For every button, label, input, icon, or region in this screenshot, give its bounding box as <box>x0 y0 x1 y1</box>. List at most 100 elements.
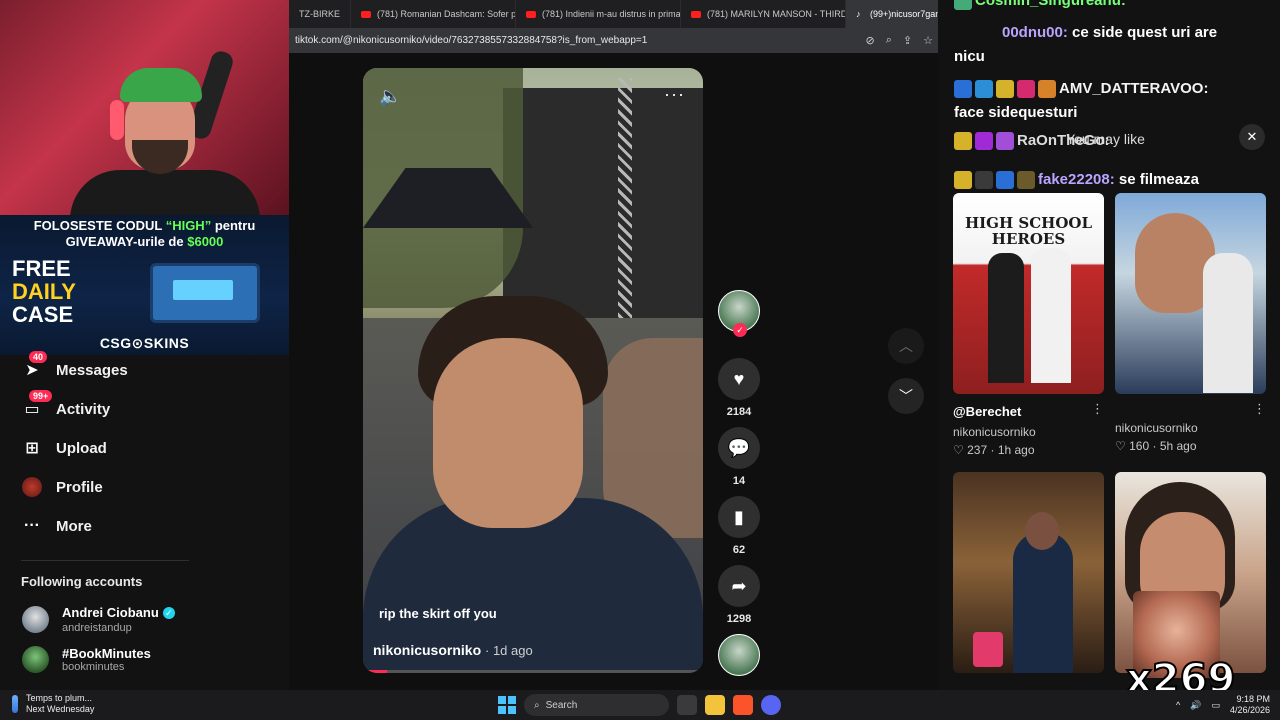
emote-icon <box>1017 80 1035 99</box>
browser-tab[interactable]: TZ-BIRKE <box>289 0 352 28</box>
like-action[interactable]: ♥ 2184 <box>717 358 761 418</box>
emote-icon <box>975 80 993 99</box>
chevron-up-icon[interactable]: ^ <box>1176 700 1180 710</box>
creator-avatar-button[interactable]: ✓ <box>717 290 761 337</box>
avatar <box>22 605 49 633</box>
weather-line: Temps to plum... <box>26 693 93 703</box>
file-explorer-icon[interactable] <box>705 695 725 715</box>
chat-text: face sidequesturi <box>954 104 1078 121</box>
system-tray: ^ 🔊 ▭ 9:18 PM 4/26/2026 <box>1176 694 1270 716</box>
share-icon[interactable]: ⇪ <box>903 34 912 47</box>
discord-icon[interactable] <box>761 695 781 715</box>
sidebar-item-label: Profile <box>56 478 103 496</box>
recommended-video-thumbnail[interactable]: HIGH SCHOOL HEROES <box>953 193 1104 394</box>
youtube-icon <box>526 10 537 18</box>
emote-icon <box>954 80 972 99</box>
sidebar-item-more[interactable]: ··· More <box>22 516 92 536</box>
clock[interactable]: 9:18 PM 4/26/2026 <box>1230 694 1270 716</box>
promo-text: FOLOSESTE CODUL <box>33 218 163 233</box>
sound-disc-button[interactable] <box>717 634 761 676</box>
video-player[interactable]: 🔈 ··· rip the skirt off you nikonicusorn… <box>363 68 703 673</box>
promo-text: GIVEAWAY-urile de <box>65 234 184 249</box>
clock-time: 9:18 PM <box>1236 694 1270 704</box>
sidebar-item-messages[interactable]: ➤ 40 Messages <box>22 351 128 380</box>
bookmark-icon[interactable]: ▮ <box>718 496 760 538</box>
no-tracking-icon[interactable]: ⊘ <box>866 34 875 47</box>
chat-username: 00dnu00: <box>1002 24 1068 41</box>
sidebar-item-profile[interactable]: Profile <box>22 477 103 497</box>
battery-icon[interactable]: ▭ <box>1211 700 1220 711</box>
volume-icon[interactable]: 🔊 <box>1190 700 1201 711</box>
free-label: FREE <box>12 256 71 281</box>
bookmark-star-icon[interactable]: ☆ <box>923 34 933 47</box>
tiktok-icon: ♪ <box>856 8 861 19</box>
more-options-icon[interactable]: ⋮ <box>1253 401 1266 417</box>
comment-count: 14 <box>732 475 746 487</box>
more-options-icon[interactable]: ⋮ <box>1091 401 1104 417</box>
address-bar[interactable]: tiktok.com/@nikonicusorniko/video/763273… <box>289 28 939 53</box>
video-frame-truss <box>618 78 632 328</box>
share-action[interactable]: ➦ 1298 <box>717 565 761 625</box>
thumbnail-face <box>1025 512 1059 550</box>
sidebar-item-activity[interactable]: ▭ 99+ Activity <box>22 390 110 419</box>
video-progress-bar[interactable] <box>363 670 703 673</box>
streamer-cap <box>120 68 202 102</box>
emote-icon <box>996 132 1014 151</box>
weather-widget[interactable]: Temps to plum... Next Wednesday <box>12 693 94 715</box>
follow-check-icon[interactable]: ✓ <box>733 323 747 337</box>
volume-icon[interactable]: 🔈 <box>379 86 401 107</box>
following-account[interactable]: #BookMinutes bookminutes <box>22 646 151 673</box>
thumbnail-likes: 160 <box>1129 439 1150 453</box>
more-options-icon[interactable]: ··· <box>664 84 685 105</box>
heart-icon[interactable]: ♥ <box>718 358 760 400</box>
sponsor-promo: FOLOSESTE CODUL “HIGH” pentru GIVEAWAY-u… <box>0 215 289 355</box>
save-action[interactable]: ▮ 62 <box>717 496 761 556</box>
brave-browser-icon[interactable] <box>733 695 753 715</box>
recommended-video-thumbnail[interactable] <box>953 472 1104 673</box>
search-placeholder: Search <box>545 699 578 711</box>
task-view-icon[interactable] <box>677 695 697 715</box>
streamer-headset <box>110 100 124 140</box>
like-count: 2184 <box>726 406 752 418</box>
previous-video-button[interactable]: ︿ <box>888 328 924 364</box>
share-arrow-icon[interactable]: ➦ <box>718 565 760 607</box>
loot-case-image <box>150 263 260 323</box>
video-frame-face <box>433 338 583 528</box>
save-count: 62 <box>732 544 746 556</box>
thumbnail-title[interactable]: @Berechet <box>953 404 1021 419</box>
comment-action[interactable]: 💬 14 <box>717 427 761 487</box>
zoom-icon[interactable]: ⌕ <box>886 34 892 47</box>
taskbar: Temps to plum... Next Wednesday ⌕ Search … <box>0 690 1280 720</box>
thumbnail-author[interactable]: nikonicusorniko <box>1115 421 1198 435</box>
video-caption: rip the skirt off you <box>379 606 497 621</box>
tab-title: (781) Romanian Dashcam: Sofer pe c <box>377 9 517 19</box>
windows-start-icon[interactable] <box>498 696 516 714</box>
chat-username: Cosmin_Singureanu: <box>975 0 1126 9</box>
thermometer-icon <box>12 695 18 713</box>
close-icon[interactable]: ✕ <box>1239 124 1265 150</box>
next-video-button[interactable]: ﹀ <box>888 378 924 414</box>
following-account[interactable]: Andrei Ciobanu ✓ andreistandup <box>22 604 175 634</box>
clock-date: 4/26/2026 <box>1229 705 1270 715</box>
chat-username: fake22208: <box>1038 171 1115 188</box>
streamer-webcam <box>0 0 289 215</box>
browser-tab[interactable]: (781) Romanian Dashcam: Sofer pe c <box>351 0 517 28</box>
tab-title: TZ-BIRKE <box>299 9 341 19</box>
youtube-icon <box>361 10 372 18</box>
browser-tab[interactable]: (781) Indienii m-au distrus in prima n <box>516 0 682 28</box>
sidebar-divider <box>21 560 189 561</box>
recommended-video-thumbnail[interactable] <box>1115 193 1266 394</box>
comment-icon[interactable]: 💬 <box>718 427 760 469</box>
taskbar-search[interactable]: ⌕ Search <box>524 694 669 716</box>
video-author-line[interactable]: nikonicusorniko · 1d ago <box>373 642 533 658</box>
sidebar-item-upload[interactable]: ⊞ Upload <box>22 438 107 458</box>
url-text[interactable]: tiktok.com/@nikonicusorniko/video/763273… <box>295 35 866 46</box>
chat-message: 00dnu00: ce side quest uri are <box>1002 24 1217 41</box>
browser-tab[interactable]: (781) MARILYN MANSON - THIRD DA <box>681 0 847 28</box>
video-progress-fill <box>363 670 387 673</box>
thumbnail-author[interactable]: nikonicusorniko <box>953 425 1036 439</box>
account-name: Andrei Ciobanu <box>62 605 159 620</box>
video-author[interactable]: nikonicusorniko <box>373 642 481 658</box>
chat-username: AMV_DATTERAVOO: <box>1059 80 1209 97</box>
streamer-beard <box>132 140 188 174</box>
